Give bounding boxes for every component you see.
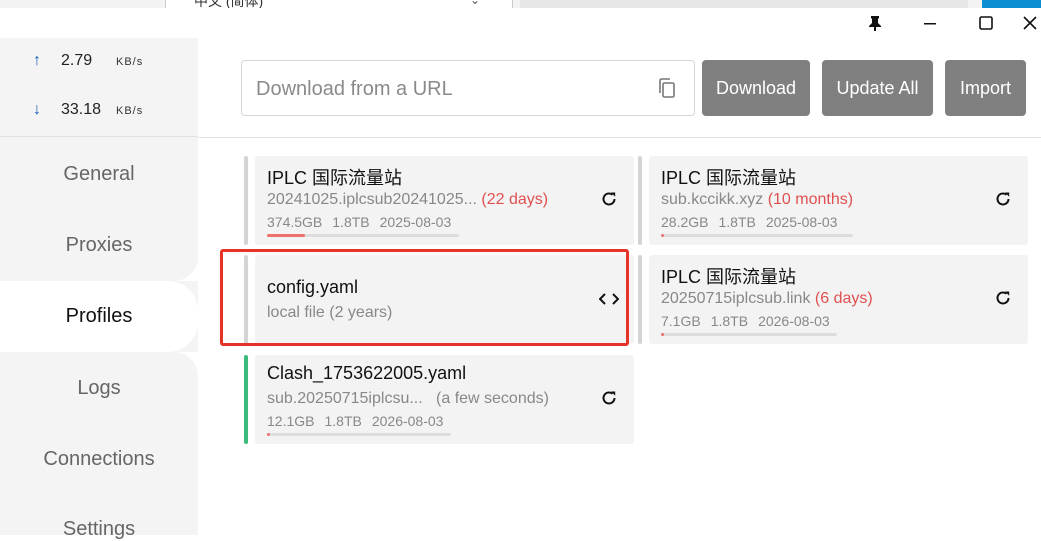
download-speed-value: 33.18 — [61, 101, 102, 118]
profile-updated: (10 months) — [767, 191, 854, 208]
profile-source-text: sub.kccikk.xyz — [661, 191, 764, 208]
profile-used: 374.5GB — [267, 214, 323, 230]
profile-source-text: 20241025.iplcsub20241025... — [267, 191, 477, 208]
sidebar-item-connections[interactable]: Connections — [0, 448, 198, 471]
profile-title: IPLC 国际流量站 — [661, 267, 797, 287]
refresh-icon[interactable] — [598, 188, 620, 210]
sidebar: ↑ 2.79 KB/s ↓ 33.18 KB/s General Proxies… — [0, 38, 198, 540]
code-icon[interactable] — [598, 288, 620, 310]
profile-expire: 2026-08-03 — [758, 313, 830, 329]
profile-expire: 2026-08-03 — [371, 413, 444, 429]
profile-source-text: sub.20250715iplcsu... — [267, 390, 423, 407]
profile-updated: (22 days) — [481, 191, 549, 208]
profile-source: sub.kccikk.xyz (10 months) — [661, 191, 853, 209]
profile-status-bar — [638, 156, 642, 245]
profile-usage: 374.5GB 1.8TB 2025-08-03 — [267, 214, 461, 230]
profile-total: 1.8TB — [710, 313, 749, 329]
sidebar-item-proxies[interactable]: Proxies — [0, 234, 198, 257]
update-all-button[interactable]: Update All — [822, 60, 933, 116]
import-button[interactable]: Import — [945, 60, 1026, 116]
profile-used: 28.2GB — [661, 214, 709, 230]
arrow-up-icon: ↑ — [33, 52, 41, 69]
sidebar-item-settings[interactable]: Settings — [0, 518, 198, 541]
download-speed: ↓ 33.18 KB/s — [33, 101, 143, 119]
refresh-icon[interactable] — [992, 188, 1014, 210]
usage-progress-fill — [267, 234, 306, 237]
profile-title: IPLC 国际流量站 — [661, 168, 797, 188]
chevron-down-icon: ⌄ — [470, 0, 481, 7]
usage-progress-bar — [267, 234, 459, 237]
profile-used: 12.1GB — [267, 413, 315, 429]
profile-card[interactable]: IPLC 国际流量站 20241025.iplcsub20241025... (… — [244, 156, 634, 245]
profile-source: 20241025.iplcsub20241025... (22 days) — [267, 191, 548, 209]
maximize-icon[interactable] — [966, 8, 1006, 38]
upload-speed: ↑ 2.79 KB/s — [33, 52, 143, 70]
profile-status-bar — [244, 156, 248, 245]
profile-status-bar — [638, 255, 642, 344]
profile-status-bar-active — [244, 355, 248, 444]
profile-card[interactable]: Clash_1753622005.yaml sub.20250715iplcsu… — [244, 355, 634, 444]
sidebar-item-profiles[interactable]: Profiles — [0, 281, 198, 352]
close-icon[interactable] — [1010, 8, 1041, 38]
title-bar — [0, 8, 1041, 38]
usage-progress-bar — [661, 333, 837, 336]
url-field — [241, 60, 695, 116]
url-input[interactable] — [256, 75, 636, 103]
profile-card[interactable]: IPLC 国际流量站 sub.kccikk.xyz (10 months) 28… — [638, 156, 1028, 245]
profile-title: Clash_1753622005.yaml — [267, 363, 467, 383]
background-accent — [982, 0, 1041, 8]
minimize-icon[interactable] — [910, 8, 950, 38]
profile-usage: 7.1GB 1.8TB 2026-08-03 — [661, 313, 840, 329]
download-speed-unit: KB/s — [116, 105, 144, 117]
profile-source-text: 20250715iplcsub.link — [661, 290, 811, 307]
profile-expire: 2025-08-03 — [379, 214, 452, 230]
paste-icon[interactable] — [656, 77, 678, 99]
refresh-icon[interactable] — [992, 287, 1014, 309]
profile-updated: (a few seconds) — [436, 390, 549, 407]
profile-usage: 12.1GB 1.8TB 2026-08-03 — [267, 413, 453, 429]
profile-used: 7.1GB — [661, 313, 701, 329]
sidebar-item-general[interactable]: General — [0, 163, 198, 186]
arrow-down-icon: ↓ — [33, 101, 41, 118]
profile-usage: 28.2GB 1.8TB 2025-08-03 — [661, 214, 847, 230]
usage-progress-bar — [661, 234, 853, 237]
profile-card[interactable]: config.yaml local file (2 years) — [244, 255, 634, 344]
profile-total: 1.8TB — [332, 214, 370, 230]
toolbar-divider — [198, 137, 1041, 138]
background-panel — [520, 0, 968, 8]
profile-source: sub.20250715iplcsu... (a few seconds) — [267, 390, 549, 408]
profile-updated: (6 days) — [814, 290, 873, 307]
upload-speed-unit: KB/s — [116, 56, 144, 68]
download-button[interactable]: Download — [702, 60, 810, 116]
profile-title: config.yaml — [267, 277, 359, 297]
refresh-icon[interactable] — [598, 387, 620, 409]
profile-total: 1.8TB — [324, 413, 362, 429]
upload-speed-value: 2.79 — [61, 52, 93, 69]
usage-progress-fill — [267, 433, 270, 436]
pin-icon[interactable] — [855, 8, 895, 38]
profile-card[interactable]: IPLC 国际流量站 20250715iplcsub.link (6 days)… — [638, 255, 1028, 344]
profile-expire: 2025-08-03 — [765, 214, 838, 230]
usage-progress-fill — [661, 234, 664, 237]
profile-source: local file (2 years) — [267, 304, 393, 321]
usage-progress-fill — [661, 333, 664, 336]
profile-source: 20250715iplcsub.link (6 days) — [661, 290, 873, 308]
profile-title: IPLC 国际流量站 — [267, 168, 403, 188]
usage-progress-bar — [267, 433, 451, 436]
sidebar-item-logs[interactable]: Logs — [0, 377, 198, 400]
traffic-monitor: ↑ 2.79 KB/s ↓ 33.18 KB/s — [0, 38, 198, 137]
profile-total: 1.8TB — [718, 214, 756, 230]
profile-status-bar — [244, 255, 248, 344]
